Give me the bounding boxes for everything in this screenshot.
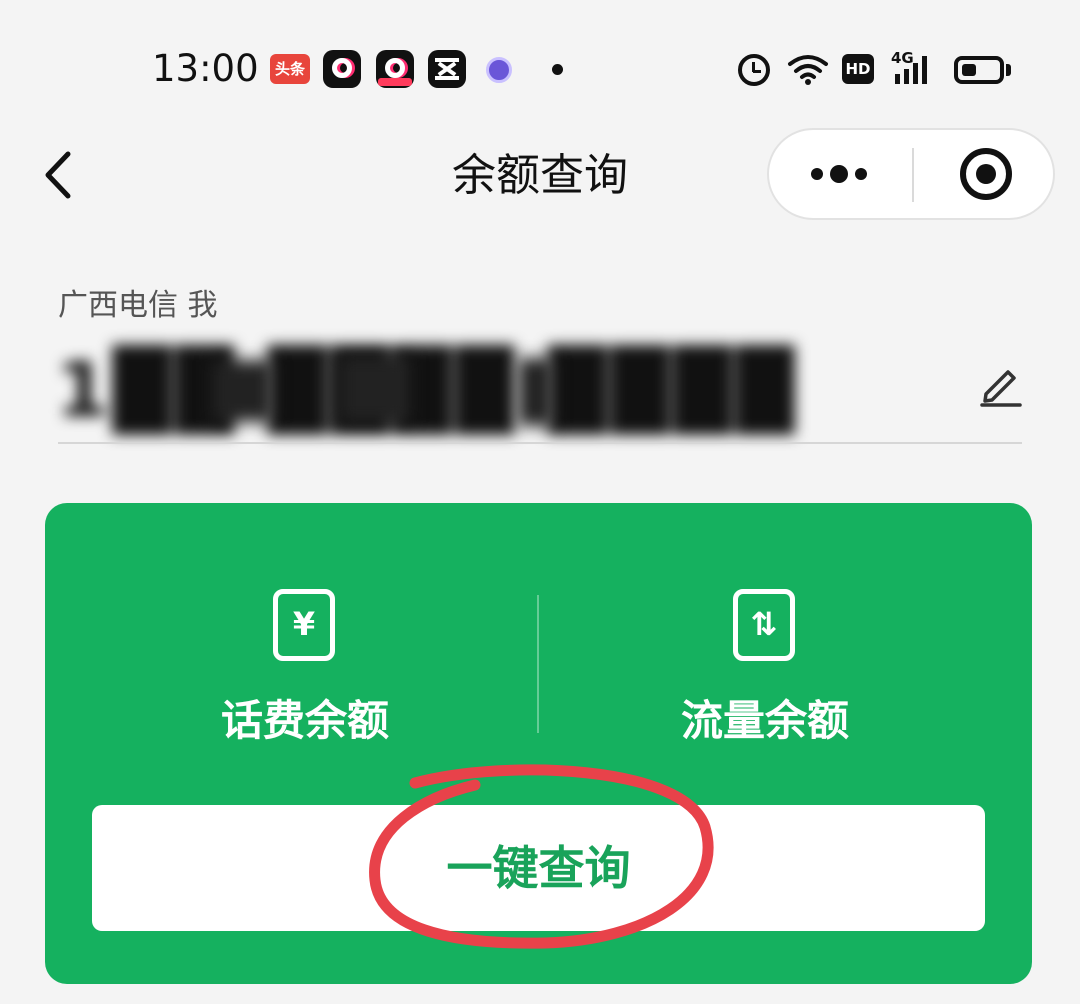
alarm-icon — [738, 54, 770, 86]
data-balance-label: 流量余额 — [680, 696, 849, 745]
target-close-icon — [960, 148, 1012, 200]
status-bar: 13:00 头条 HD 4G — [0, 0, 1080, 130]
capcut-app-icon — [428, 50, 466, 88]
battery-icon — [954, 56, 1004, 84]
douyin-app-icon — [323, 50, 361, 88]
data-balance-option[interactable]: ⇅ 流量余额 — [565, 583, 985, 773]
signal-icon — [895, 56, 927, 84]
edit-number-button[interactable] — [978, 362, 1024, 408]
more-button[interactable] — [769, 130, 912, 218]
redaction-mark — [212, 360, 274, 422]
chevron-left-icon — [45, 151, 71, 199]
yuan-receipt-icon: ¥ — [273, 589, 335, 661]
toutiao-app-icon: 头条 — [270, 54, 310, 84]
douyin-lite-app-icon — [376, 50, 414, 88]
account-divider — [58, 442, 1022, 444]
hd-badge: HD — [842, 54, 874, 84]
more-notifications-dot — [552, 64, 563, 75]
wifi-icon — [788, 55, 828, 85]
data-transfer-icon: ⇅ — [733, 589, 795, 661]
battery-level — [962, 64, 976, 76]
page-title: 余额查询 — [452, 150, 628, 201]
status-time: 13:00 — [152, 47, 259, 90]
redaction-mark — [340, 356, 410, 422]
bill-balance-label: 话费余额 — [220, 696, 389, 745]
balance-query-card: ¥ 话费余额 ⇅ 流量余额 一键查询 — [45, 503, 1032, 984]
redaction-mark — [518, 358, 554, 426]
battery-cap — [1006, 64, 1011, 76]
back-button[interactable] — [38, 150, 80, 200]
phone-number: 1██ ████ ████ — [56, 345, 799, 434]
carrier-label: 广西电信 我 — [58, 288, 218, 323]
pencil-icon — [983, 370, 1016, 403]
bill-balance-option[interactable]: ¥ 话费余额 — [105, 583, 525, 773]
close-mini-program-button[interactable] — [914, 130, 1053, 218]
balance-query-page: 13:00 头条 HD 4G 余额查询 广西电信 我 1██ ████ ████… — [0, 0, 1080, 1004]
mini-program-capsule — [767, 128, 1055, 220]
one-click-query-button[interactable]: 一键查询 — [92, 805, 985, 931]
purple-app-icon — [486, 57, 512, 83]
card-divider — [537, 595, 539, 733]
